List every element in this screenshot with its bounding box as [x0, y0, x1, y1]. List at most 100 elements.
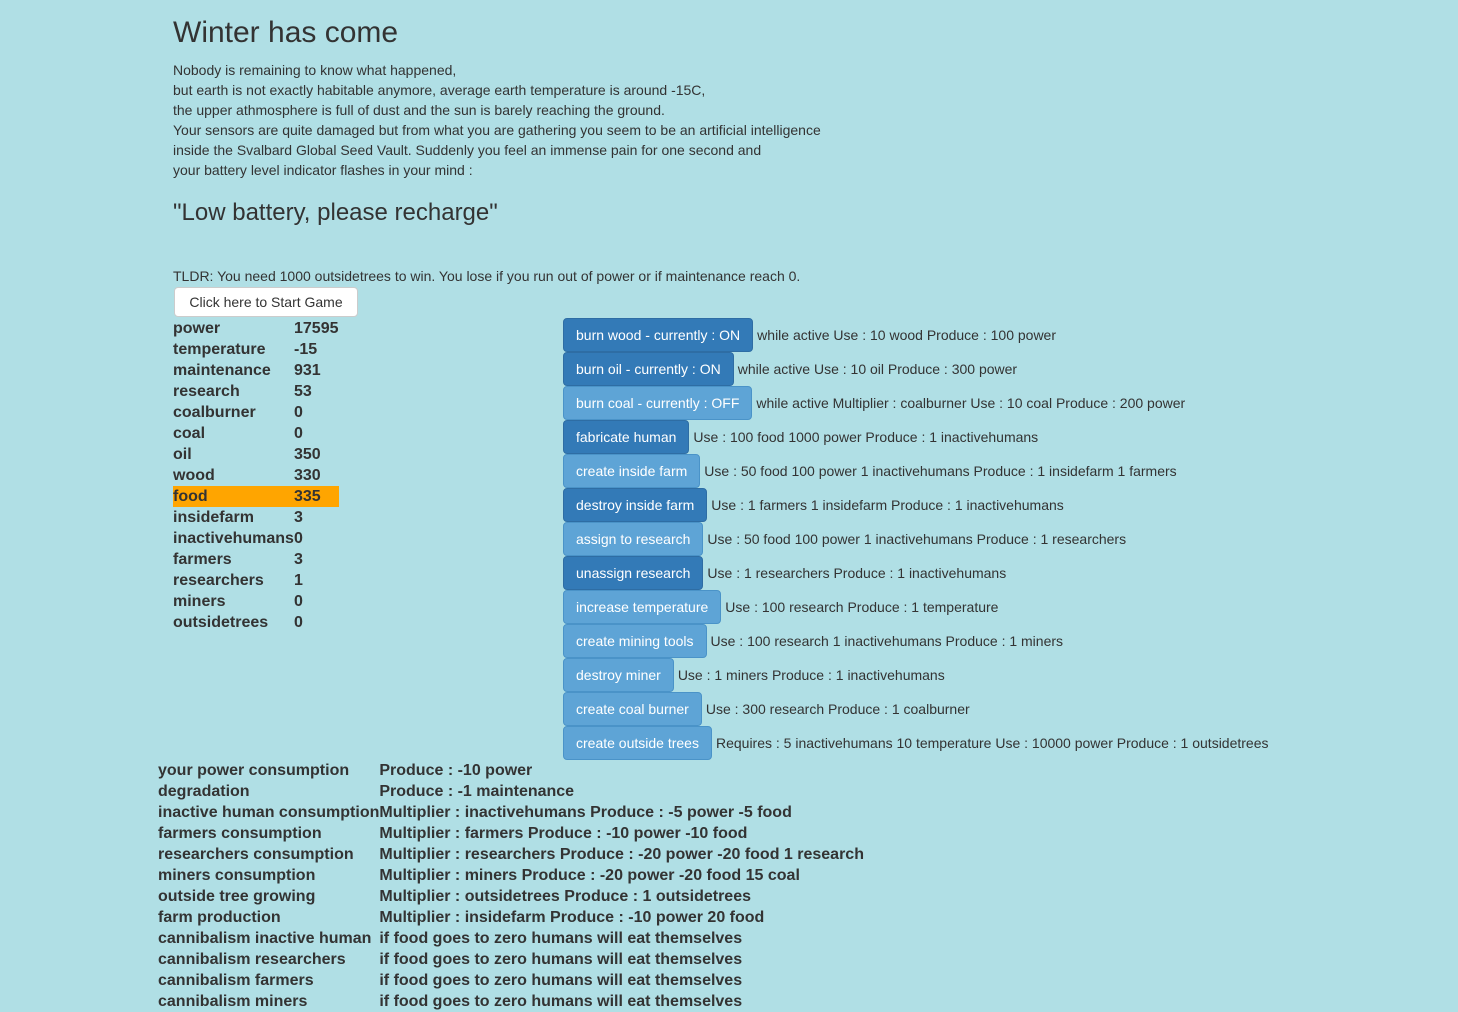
action-button-create-coal-burner[interactable]: create coal burner — [563, 692, 702, 726]
effect-name: miners consumption — [158, 867, 316, 884]
action-button-burn-oil[interactable]: burn oil - currently : ON — [563, 352, 734, 386]
story-line: Nobody is remaining to know what happene… — [173, 62, 457, 78]
resource-value: 17595 — [294, 320, 339, 337]
story-line: inside the Svalbard Global Seed Vault. S… — [173, 142, 762, 158]
effect-row: farm production Multiplier : insidefarm P… — [158, 907, 864, 928]
resource-row-insidefarm: insidefarm 3 — [173, 507, 339, 528]
story-line: the upper athmosphere is full of dust an… — [173, 102, 665, 118]
resource-value: 335 — [294, 486, 339, 507]
resource-value: 931 — [294, 362, 321, 379]
action-button-destroy-inside-farm[interactable]: destroy inside farm — [563, 488, 708, 522]
resource-name: wood — [173, 467, 215, 484]
resource-value: 350 — [294, 446, 321, 463]
action-description: Use : 300 research Produce : 1 coalburne… — [705, 701, 970, 717]
action-row: unassign research Use : 1 researchers Pro… — [563, 556, 1269, 590]
battery-quote: "Low battery, please recharge" — [173, 199, 498, 226]
resource-row-power: power 17595 — [173, 318, 339, 339]
action-description: Use : 100 research 1 inactivehumans Prod… — [710, 633, 1064, 649]
resource-name: insidefarm — [173, 509, 254, 526]
action-row: destroy miner Use : 1 miners Produce : 1 … — [563, 658, 1269, 692]
effect-description: Multiplier : miners Produce : -20 power … — [379, 867, 800, 884]
resource-row-coalburner: coalburner 0 — [173, 402, 339, 423]
resource-name: outsidetrees — [173, 614, 269, 631]
resource-value: 1 — [294, 572, 303, 589]
effect-description: Multiplier : farmers Produce : -10 power… — [379, 825, 748, 842]
resource-value: 0 — [294, 404, 303, 421]
resource-name: coal — [173, 425, 206, 442]
story-line: Your sensors are quite damaged but from … — [173, 122, 821, 138]
resource-name: research — [173, 383, 240, 400]
effect-description: if food goes to zero humans will eat the… — [379, 930, 743, 947]
action-button-unassign-research[interactable]: unassign research — [563, 556, 704, 590]
resource-row-research: research 53 — [173, 381, 339, 402]
action-row: create inside farm Use : 50 food 100 powe… — [563, 454, 1269, 488]
resource-name: miners — [173, 593, 226, 610]
action-description: Use : 100 food 1000 power Produce : 1 in… — [693, 429, 1039, 445]
effect-name: cannibalism inactive human — [158, 930, 372, 947]
resource-row-outsidetrees: outsidetrees 0 — [173, 612, 339, 633]
story-line: but earth is not exactly habitable anymo… — [173, 82, 706, 98]
action-description: while active Use : 10 oil Produce : 300 … — [737, 361, 1018, 377]
resource-row-food: food 335 — [173, 486, 339, 507]
resource-value: 0 — [294, 530, 303, 547]
resource-row-farmers: farmers 3 — [173, 549, 339, 570]
action-button-destroy-miner[interactable]: destroy miner — [563, 658, 674, 692]
action-button-burn-wood[interactable]: burn wood - currently : ON — [563, 318, 754, 352]
start-game-button[interactable]: Click here to Start Game — [174, 287, 358, 317]
action-button-burn-coal[interactable]: burn coal - currently : OFF — [563, 386, 753, 420]
effect-row: cannibalism researchers if food goes to z… — [158, 949, 864, 970]
effect-row: cannibalism farmers if food goes to zero … — [158, 970, 864, 991]
tldr-text: TLDR: You need 1000 outsidetrees to win.… — [173, 268, 801, 284]
action-button-assign-to-research[interactable]: assign to research — [563, 522, 704, 556]
action-description: Use : 50 food 100 power 1 inactivehumans… — [704, 463, 1177, 479]
story-text: Nobody is remaining to know what happene… — [173, 60, 933, 180]
effect-description: Multiplier : researchers Produce : -20 p… — [379, 846, 864, 863]
effect-name: farmers consumption — [158, 825, 322, 842]
action-button-increase-temperature[interactable]: increase temperature — [563, 590, 722, 624]
action-description: Use : 1 researchers Produce : 1 inactive… — [707, 565, 1007, 581]
effect-row: cannibalism inactive human if food goes t… — [158, 928, 864, 949]
resource-name: food — [173, 486, 294, 507]
action-row: create outside trees Requires : 5 inactiv… — [563, 726, 1269, 760]
action-button-create-outside-trees[interactable]: create outside trees — [563, 726, 712, 760]
action-row: destroy inside farm Use : 1 farmers 1 ins… — [563, 488, 1269, 522]
effect-description: Multiplier : inactivehumans Produce : -5… — [379, 804, 792, 821]
resource-name: inactivehumans — [173, 530, 294, 547]
resource-name: farmers — [173, 551, 232, 568]
action-row: create coal burner Use : 300 research Pro… — [563, 692, 1269, 726]
action-button-create-inside-farm[interactable]: create inside farm — [563, 454, 701, 488]
action-row: fabricate human Use : 100 food 1000 power… — [563, 420, 1269, 454]
action-button-fabricate-human[interactable]: fabricate human — [563, 420, 690, 454]
resource-row-oil: oil 350 — [173, 444, 339, 465]
resource-value: 0 — [294, 614, 303, 631]
effect-description: Multiplier : insidefarm Produce : -10 po… — [379, 909, 765, 926]
effect-row: inactive human consumption Multiplier : i… — [158, 802, 864, 823]
resource-name: power — [173, 320, 221, 337]
effect-row: your power consumption Produce : -10 powe… — [158, 760, 864, 781]
effect-name: researchers consumption — [158, 846, 354, 863]
action-description: Use : 100 research Produce : 1 temperatu… — [725, 599, 999, 615]
action-row: assign to research Use : 50 food 100 powe… — [563, 522, 1269, 556]
effect-row: outside tree growing Multiplier : outside… — [158, 886, 864, 907]
effect-name: outside tree growing — [158, 888, 316, 905]
resource-name: oil — [173, 446, 192, 463]
action-row: burn coal - currently : OFF while active … — [563, 386, 1269, 420]
resource-value: 3 — [294, 509, 303, 526]
effect-name: farm production — [158, 909, 281, 926]
effect-row: miners consumption Multiplier : miners Pr… — [158, 865, 864, 886]
action-description: while active Use : 10 wood Produce : 100… — [757, 327, 1057, 343]
action-row: create mining tools Use : 100 research 1 … — [563, 624, 1269, 658]
effect-row: researchers consumption Multiplier : rese… — [158, 844, 864, 865]
resource-row-inactivehumans: inactivehumans 0 — [173, 528, 339, 549]
action-description: Use : 1 farmers 1 insidefarm Produce : 1… — [711, 497, 1064, 513]
resource-row-wood: wood 330 — [173, 465, 339, 486]
effect-description: Produce : -1 maintenance — [379, 783, 575, 800]
page-title: Winter has come — [173, 16, 399, 49]
effect-description: Produce : -10 power — [379, 762, 533, 779]
action-description: Use : 1 miners Produce : 1 inactivehuman… — [677, 667, 945, 683]
resource-row-researchers: researchers 1 — [173, 570, 339, 591]
action-description: Use : 50 food 100 power 1 inactivehumans… — [707, 531, 1127, 547]
action-description: Requires : 5 inactivehumans 10 temperatu… — [715, 735, 1269, 751]
resource-name: researchers — [173, 572, 264, 589]
action-button-create-mining-tools[interactable]: create mining tools — [563, 624, 707, 658]
